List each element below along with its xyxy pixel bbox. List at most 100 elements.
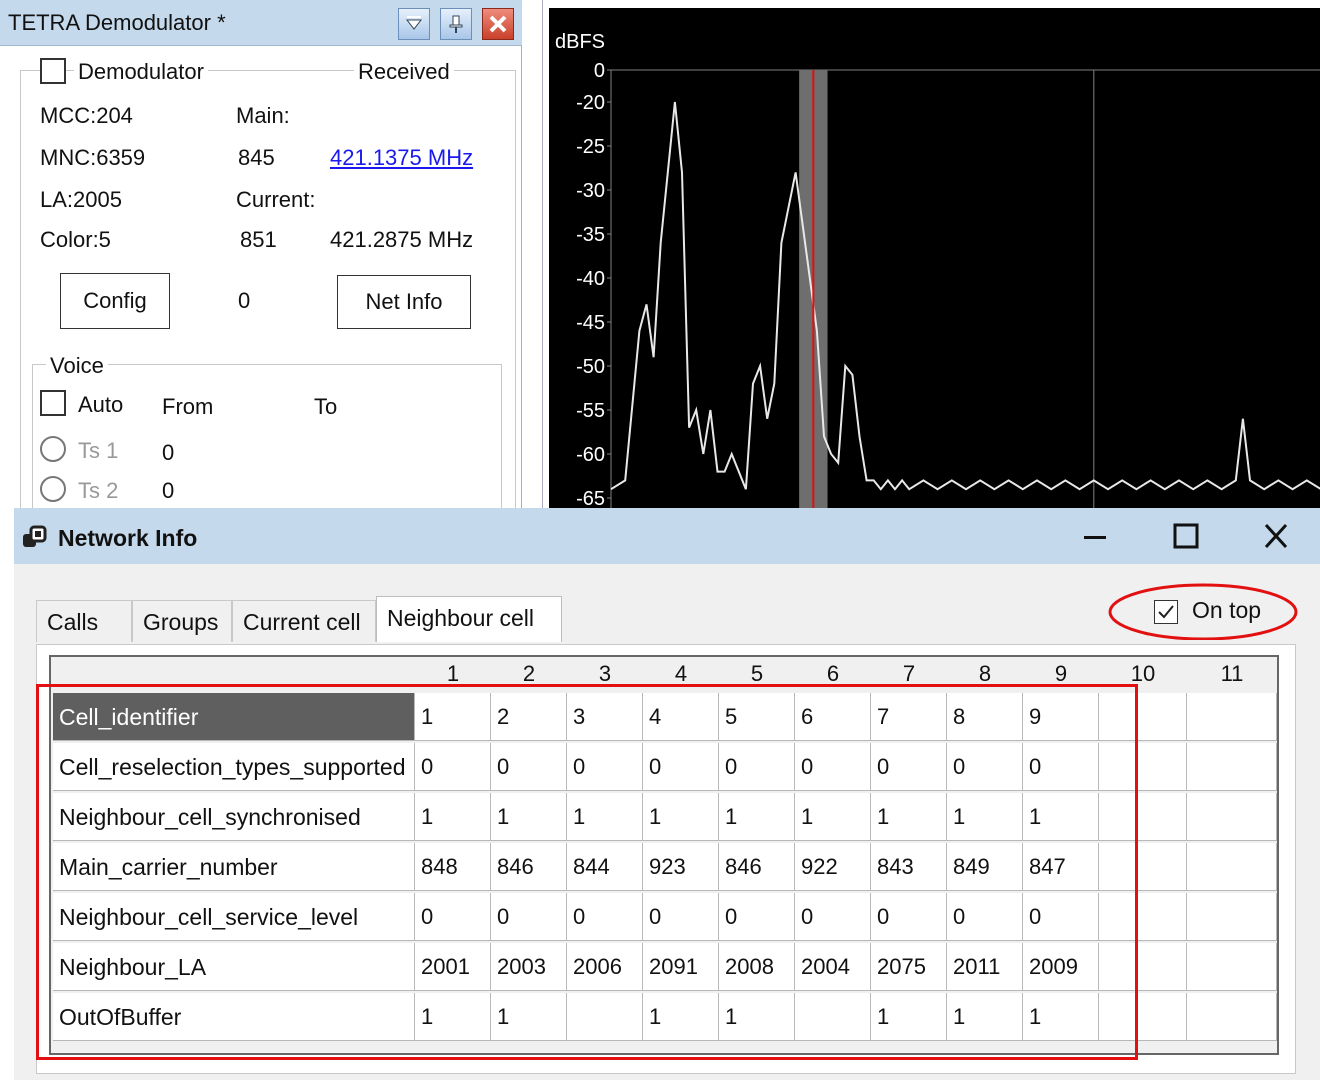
table-cell[interactable] [1099,943,1187,991]
column-header[interactable]: 7 [871,661,947,687]
row-header[interactable]: Neighbour_LA [53,943,415,991]
table-cell[interactable]: 843 [871,843,947,891]
table-cell[interactable]: 1 [415,693,491,741]
table-cell[interactable]: 0 [795,893,871,941]
table-cell[interactable]: 846 [719,843,795,891]
close-window-icon[interactable] [1256,520,1296,554]
table-cell[interactable]: 1 [871,793,947,841]
table-cell[interactable] [1099,743,1187,791]
table-cell[interactable]: 7 [871,693,947,741]
tab-current-cell[interactable]: Current cell [232,600,376,642]
table-cell[interactable]: 2001 [415,943,491,991]
column-header[interactable]: 4 [643,661,719,687]
table-cell[interactable]: 1 [415,993,491,1041]
row-header[interactable]: Neighbour_cell_synchronised [53,793,415,841]
table-cell[interactable]: 1 [795,793,871,841]
table-cell[interactable]: 4 [643,693,719,741]
table-cell[interactable]: 0 [643,743,719,791]
row-header[interactable]: OutOfBuffer [53,993,415,1041]
close-button[interactable] [482,8,514,40]
table-cell[interactable]: 3 [567,693,643,741]
table-cell[interactable] [1187,993,1277,1041]
auto-checkbox[interactable] [40,390,66,416]
table-cell[interactable]: 0 [567,743,643,791]
table-cell[interactable]: 0 [567,893,643,941]
config-button[interactable]: Config [60,273,170,329]
column-header[interactable]: 10 [1099,661,1187,687]
demodulator-checkbox[interactable] [40,58,66,84]
table-cell[interactable]: 2091 [643,943,719,991]
row-header[interactable]: Cell_reselection_types_supported [53,743,415,791]
table-cell[interactable] [1187,843,1277,891]
table-cell[interactable]: 1 [1023,993,1099,1041]
table-cell[interactable]: 1 [719,793,795,841]
table-cell[interactable]: 0 [491,893,567,941]
table-cell[interactable] [567,993,643,1041]
table-cell[interactable]: 1 [719,993,795,1041]
table-cell[interactable]: 922 [795,843,871,891]
table-cell[interactable]: 2 [491,693,567,741]
ts1-radio[interactable] [40,436,66,462]
column-header[interactable]: 6 [795,661,871,687]
table-cell[interactable]: 1 [491,793,567,841]
dropdown-button[interactable] [398,8,430,40]
table-cell[interactable]: 0 [871,743,947,791]
table-cell[interactable]: 1 [415,793,491,841]
table-cell[interactable] [795,993,871,1041]
table-cell[interactable]: 846 [491,843,567,891]
table-cell[interactable] [1187,943,1277,991]
table-cell[interactable] [1099,843,1187,891]
table-cell[interactable]: 844 [567,843,643,891]
table-cell[interactable]: 848 [415,843,491,891]
table-cell[interactable]: 1 [947,793,1023,841]
table-cell[interactable] [1187,893,1277,941]
table-cell[interactable]: 0 [871,893,947,941]
table-cell[interactable]: 0 [947,743,1023,791]
spectrum-chart[interactable]: 0 -20 -25 -30 -35 -40 -45 -50 -55 -60 -65 dBFS [549,8,1320,515]
table-cell[interactable]: 0 [415,743,491,791]
column-header[interactable]: 11 [1187,661,1277,687]
table-cell[interactable]: 2006 [567,943,643,991]
table-cell[interactable]: 2075 [871,943,947,991]
table-cell[interactable]: 5 [719,693,795,741]
table-cell[interactable]: 0 [1023,893,1099,941]
table-cell[interactable] [1099,993,1187,1041]
table-cell[interactable]: 8 [947,693,1023,741]
table-cell[interactable]: 847 [1023,843,1099,891]
on-top-control[interactable]: On top [1108,580,1298,640]
maximize-icon[interactable] [1166,520,1206,554]
table-cell[interactable]: 1 [871,993,947,1041]
net-info-button[interactable]: Net Info [337,275,471,329]
table-cell[interactable] [1187,793,1277,841]
tab-calls[interactable]: Calls [36,600,132,642]
pin-button[interactable] [440,8,472,40]
row-header[interactable]: Main_carrier_number [53,843,415,891]
table-cell[interactable] [1187,743,1277,791]
table-cell[interactable]: 2009 [1023,943,1099,991]
column-header[interactable]: 9 [1023,661,1099,687]
column-header[interactable]: 2 [491,661,567,687]
table-cell[interactable]: 0 [795,743,871,791]
on-top-checkbox[interactable] [1154,600,1178,624]
column-header[interactable]: 5 [719,661,795,687]
table-cell[interactable]: 0 [947,893,1023,941]
table-cell[interactable]: 1 [491,993,567,1041]
table-cell[interactable] [1099,893,1187,941]
table-cell[interactable]: 0 [491,743,567,791]
table-cell[interactable]: 6 [795,693,871,741]
table-cell[interactable]: 2011 [947,943,1023,991]
tab-groups[interactable]: Groups [132,600,232,642]
table-cell[interactable]: 923 [643,843,719,891]
column-header[interactable]: 8 [947,661,1023,687]
table-cell[interactable]: 849 [947,843,1023,891]
table-cell[interactable]: 0 [415,893,491,941]
row-header[interactable]: Cell_identifier [53,693,415,741]
table-cell[interactable]: 0 [719,893,795,941]
table-cell[interactable]: 1 [1023,793,1099,841]
table-cell[interactable] [1099,793,1187,841]
table-cell[interactable]: 9 [1023,693,1099,741]
neighbour-cell-grid[interactable]: 1 2 3 4 5 6 7 8 9 10 11 Cell_identifier 1 2 3 4 5 6 7 8 9 Ce… [49,655,1279,1055]
table-cell[interactable]: 0 [1023,743,1099,791]
row-header[interactable]: Neighbour_cell_service_level [53,893,415,941]
table-cell[interactable]: 1 [947,993,1023,1041]
